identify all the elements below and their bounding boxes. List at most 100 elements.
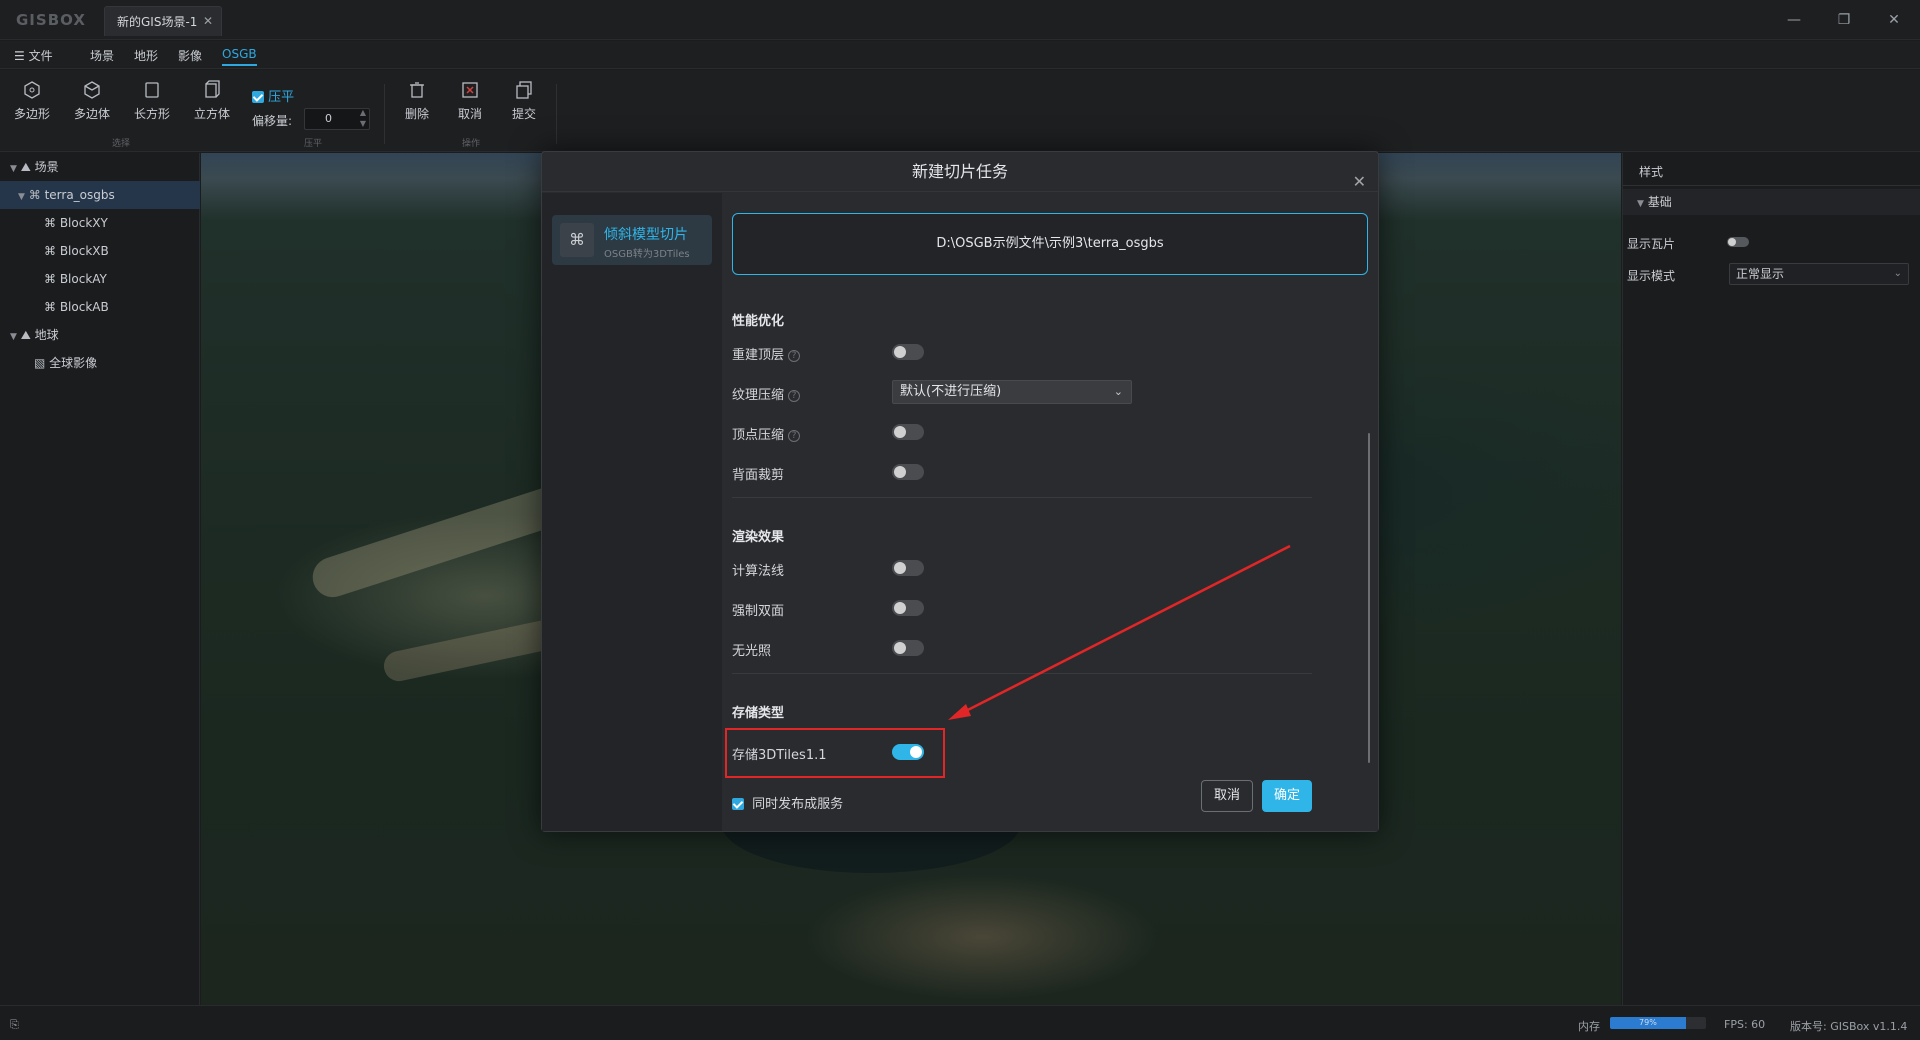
tree-node-earth[interactable]: ▼ ⛰ 地球 <box>0 321 200 349</box>
cancel-button[interactable]: 取消 <box>1201 780 1253 812</box>
help-icon[interactable]: ? <box>788 430 801 442</box>
section-performance: 性能优化 <box>732 314 785 329</box>
menu-bar: ☰ 文件 场景 地形 影像 OSGB <box>0 41 1920 69</box>
tree-node-block[interactable]: ⌘ BlockXB <box>0 237 200 265</box>
document-tab[interactable]: 新的GIS场景-1 ✕ <box>104 6 222 36</box>
show-tiles-label: 显示瓦片 <box>1627 237 1676 251</box>
nav-oblique-model-tiling[interactable]: ⌘ 倾斜模型切片 OSGB转为3DTiles <box>552 215 712 265</box>
tree-node-terra-osgbs[interactable]: ▼ ⌘ terra_osgbs <box>0 181 200 209</box>
tree-node-imagery[interactable]: ▧ 全球影像 <box>0 349 200 377</box>
caret-down-icon[interactable]: ▼ <box>18 192 25 202</box>
model-icon: ⌘ <box>44 244 56 258</box>
toolbar-separator <box>384 84 385 144</box>
offset-value: 0 <box>325 112 332 125</box>
cancel-op-button[interactable]: 取消 <box>444 80 496 122</box>
properties-panel: 样式 ▼ 基础 显示瓦片 显示模式 正常显示 ⌄ <box>1622 153 1920 1005</box>
menu-scene[interactable]: 场景 <box>90 47 114 64</box>
vertex-compress-toggle[interactable] <box>892 424 924 440</box>
new-tile-task-dialog: 新建切片任务 ✕ ⌘ 倾斜模型切片 OSGB转为3DTiles D:\OSGB示… <box>541 151 1379 832</box>
block-label: BlockXY <box>59 216 108 230</box>
tree-node-scene[interactable]: ▼ ⛰ 场景 <box>0 153 200 181</box>
section-basic-label: 基础 <box>1647 195 1672 209</box>
model-icon: ⌘ <box>44 300 56 314</box>
model-icon: ⌘ <box>28 188 41 202</box>
dialog-header: 新建切片任务 ✕ <box>542 152 1378 192</box>
polyhedron-tool-label: 多边体 <box>73 107 110 121</box>
block-label: BlockAB <box>59 300 109 314</box>
texture-compress-row: 纹理压缩? <box>732 384 801 403</box>
polygon-icon <box>24 81 40 99</box>
tree-node-block[interactable]: ⌘ BlockAB <box>0 293 200 321</box>
texture-compress-select[interactable]: 默认(不进行压缩) ⌄ <box>892 380 1132 404</box>
memory-bar: 79% <box>1610 1017 1706 1029</box>
rectangle-tool-label: 长方形 <box>133 107 170 121</box>
store-3dtiles11-toggle[interactable] <box>892 744 924 760</box>
double-sided-toggle[interactable] <box>892 600 924 616</box>
nav-title: 倾斜模型切片 <box>604 227 688 243</box>
polygon-tool[interactable]: 多边形 <box>6 80 58 122</box>
submit-button[interactable]: 提交 <box>498 80 550 122</box>
polyhedron-tool[interactable]: 多边体 <box>66 80 118 122</box>
tab-style[interactable]: 样式 <box>1639 163 1663 180</box>
show-tiles-toggle[interactable] <box>1727 237 1749 247</box>
store-3dtiles11-label: 存储3DTiles1.1 <box>732 748 827 763</box>
tree-scene-label: 场景 <box>34 160 59 174</box>
chevron-down-icon[interactable]: ▼ <box>360 119 366 128</box>
menu-file[interactable]: ☰ 文件 <box>14 47 53 64</box>
block-label: BlockAY <box>59 272 107 286</box>
scene-icon: ⛰ <box>20 160 31 174</box>
cuboid-tool[interactable]: 立方体 <box>186 80 238 122</box>
menu-osgb[interactable]: OSGB <box>222 47 257 66</box>
scrollbar[interactable] <box>1368 433 1370 763</box>
help-icon[interactable]: ? <box>788 390 801 402</box>
tree-node-block[interactable]: ⌘ BlockAY <box>0 265 200 293</box>
calc-normals-label: 计算法线 <box>732 564 785 579</box>
divider <box>1623 185 1920 186</box>
caret-down-icon[interactable]: ▼ <box>10 332 17 342</box>
section-storage: 存储类型 <box>732 706 785 721</box>
display-mode-label: 显示模式 <box>1627 269 1676 283</box>
version-readout: 版本号: GISBox v1.1.4 <box>1790 1020 1908 1033</box>
menu-imagery[interactable]: 影像 <box>178 47 202 64</box>
display-mode-select[interactable]: 正常显示 ⌄ <box>1729 263 1909 285</box>
confirm-button[interactable]: 确定 <box>1262 780 1312 812</box>
offset-stepper[interactable]: 0 ▲ ▼ <box>304 108 370 130</box>
texture-compress-label: 纹理压缩 <box>732 388 785 403</box>
status-bar: ⎘ 内存 79% FPS: 60 版本号: GISBox v1.1.4 <box>0 1005 1920 1040</box>
check-icon <box>732 798 744 810</box>
help-icon[interactable]: ? <box>788 350 801 362</box>
source-path-field[interactable]: D:\OSGB示例文件\示例3\terra_osgbs <box>732 213 1368 275</box>
tree-root-label: terra_osgbs <box>44 188 115 202</box>
title-bar: GISBOX 新的GIS场景-1 ✕ — ❐ ✕ <box>0 0 1920 40</box>
unlit-toggle[interactable] <box>892 640 924 656</box>
texture-compress-value: 默认(不进行压缩) <box>900 384 1002 399</box>
publish-service-checkbox[interactable]: 同时发布成服务 <box>732 793 843 812</box>
document-tab-label: 新的GIS场景-1 <box>117 15 198 29</box>
delete-button[interactable]: 删除 <box>391 80 443 122</box>
chevron-up-icon[interactable]: ▲ <box>360 108 366 117</box>
close-window-icon[interactable]: ✕ <box>1884 10 1904 30</box>
menu-terrain[interactable]: 地形 <box>134 47 158 64</box>
memory-bar-fill: 79% <box>1610 1017 1686 1029</box>
section-basic[interactable]: ▼ 基础 <box>1623 189 1920 215</box>
dialog-body: D:\OSGB示例文件\示例3\terra_osgbs 性能优化 重建顶层? 纹… <box>722 193 1378 831</box>
submit-icon <box>516 81 532 99</box>
tree-node-block[interactable]: ⌘ BlockXY <box>0 209 200 237</box>
cuboid-icon <box>205 80 220 98</box>
flatten-checkbox[interactable]: 压平 <box>252 86 294 105</box>
rebuild-top-label: 重建顶层 <box>732 348 785 363</box>
rebuild-top-toggle[interactable] <box>892 344 924 360</box>
rectangle-tool[interactable]: 长方形 <box>126 80 178 122</box>
restore-icon[interactable]: ❐ <box>1834 10 1854 30</box>
group-label-ops: 操作 <box>462 139 481 149</box>
model-icon: ⌘ <box>44 272 56 286</box>
minimize-icon[interactable]: — <box>1784 10 1804 30</box>
memory-label: 内存 <box>1578 1020 1600 1033</box>
caret-down-icon[interactable]: ▼ <box>10 164 17 174</box>
backface-cull-toggle[interactable] <box>892 464 924 480</box>
display-mode-value: 正常显示 <box>1736 267 1785 281</box>
calc-normals-toggle[interactable] <box>892 560 924 576</box>
caret-down-icon[interactable]: ▼ <box>1637 199 1644 209</box>
status-icon[interactable]: ⎘ <box>10 1018 19 1032</box>
close-tab-icon[interactable]: ✕ <box>203 14 213 28</box>
